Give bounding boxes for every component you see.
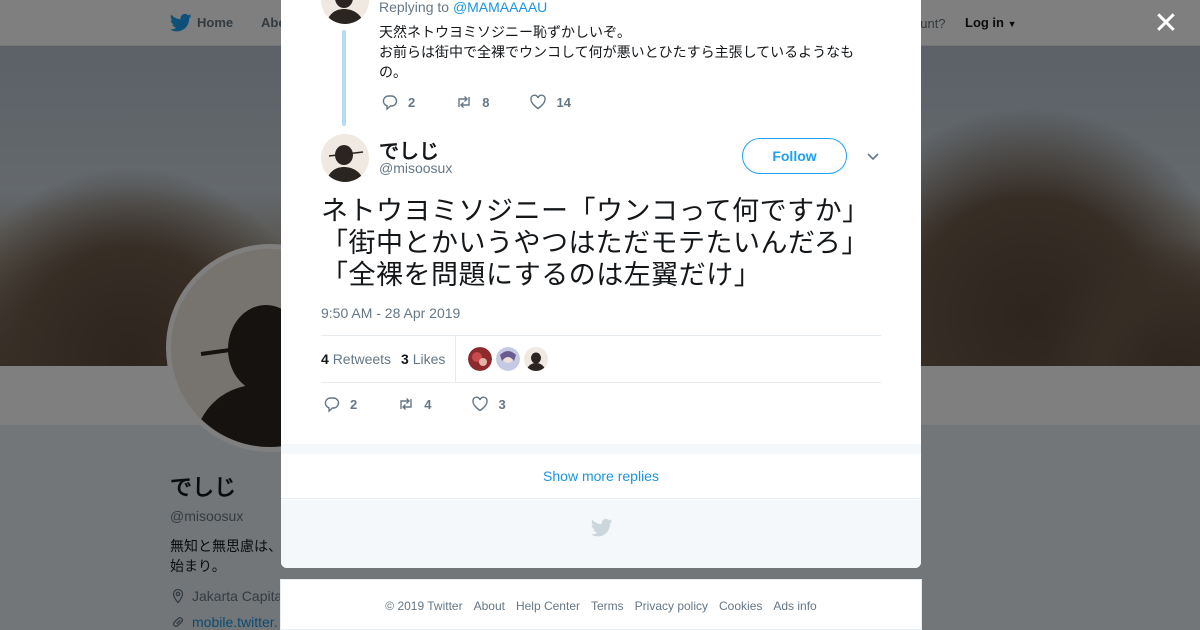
replying-to-link[interactable]: @MAMAAAAU [453,0,547,15]
twitter-bird-icon [591,518,613,537]
footer-link-terms[interactable]: Terms [591,599,624,613]
heart-icon [472,396,489,412]
retweet-icon [458,96,470,108]
reply-count: 2 [350,396,358,412]
replying-to: Replying to @MAMAAAAU [379,0,547,15]
parent-tweet-line: お前らは街中で全裸でウンコして何が悪いとひたすら主張しているようなもの。 [379,44,855,80]
tweet-author-avatar[interactable] [321,134,369,182]
reply-count: 2 [408,94,416,110]
retweet-count: 4 [424,396,432,412]
tweet-text: ネトウヨミソジニー「ウンコって何ですか」「街中とかいうやつはただモテたいんだろ」… [321,196,870,290]
footer-link-help-center[interactable]: Help Center [516,599,580,613]
footer-link-ads-info[interactable]: Ads info [773,599,816,613]
close-icon[interactable]: ✕ [1152,9,1180,39]
tweet-stats: 4 Retweets 3 Likes [321,335,881,383]
liker-avatar[interactable] [468,347,493,371]
parent-tweet-text: 天然ネトウヨミソジニー恥ずかしいぞ。 お前らは街中で全裸でウンコして何が悪いとひ… [379,22,859,82]
replying-prefix: Replying to [379,0,450,15]
parent-tweet-avatar[interactable] [321,0,369,24]
like-button[interactable]: 14 [529,93,571,111]
parent-tweet-line: 天然ネトウヨミソジニー恥ずかしいぞ。 [379,24,631,40]
heart-icon [530,94,547,110]
liker-avatar[interactable] [524,347,549,371]
retweet-icon [400,398,412,410]
tweet-modal: Replying to @MAMAAAAU 天然ネトウヨミソジニー恥ずかしいぞ。… [281,0,921,568]
stats-divider [455,336,457,382]
reply-button[interactable]: 2 [323,395,357,413]
reply-button[interactable]: 2 [381,93,415,111]
retweets-stat-count: 4 [321,351,329,367]
tweet-timestamp[interactable]: 9:50 AM - 28 Apr 2019 [321,305,460,321]
modal-footer [281,500,921,568]
retweet-count: 8 [482,94,490,110]
likes-stat-count: 3 [401,351,409,367]
footer-link-privacy[interactable]: Privacy policy [635,599,708,613]
footer-link-cookies[interactable]: Cookies [719,599,762,613]
thread-connector [342,30,346,126]
show-more-replies-link[interactable]: Show more replies [281,454,921,499]
footer-copyright: © 2019 Twitter [385,598,463,613]
like-button[interactable]: 3 [471,395,506,413]
parent-tweet-actions: 2 8 14 [381,93,611,111]
likes-stat-label: Likes [412,351,446,367]
tweet-actions: 2 4 3 [323,395,546,413]
retweet-button[interactable]: 8 [455,93,489,111]
like-count: 14 [556,94,571,110]
retweets-stat[interactable]: 4 Retweets [321,351,391,367]
liker-avatars [468,347,549,371]
retweets-stat-label: Retweets [332,351,392,367]
liker-avatar[interactable] [496,347,521,371]
chevron-down-icon[interactable] [865,148,881,164]
follow-button[interactable]: Follow [742,138,847,174]
section-divider [281,444,921,454]
retweet-button[interactable]: 4 [397,395,431,413]
site-footer: © 2019 Twitter About Help Center Terms P… [280,579,922,630]
tweet-author-handle[interactable]: @misoosux [379,160,452,176]
likes-stat[interactable]: 3 Likes [401,351,445,367]
like-count: 3 [498,396,506,412]
footer-link-about[interactable]: About [474,599,505,613]
reply-icon [324,397,340,413]
reply-icon [382,95,398,111]
